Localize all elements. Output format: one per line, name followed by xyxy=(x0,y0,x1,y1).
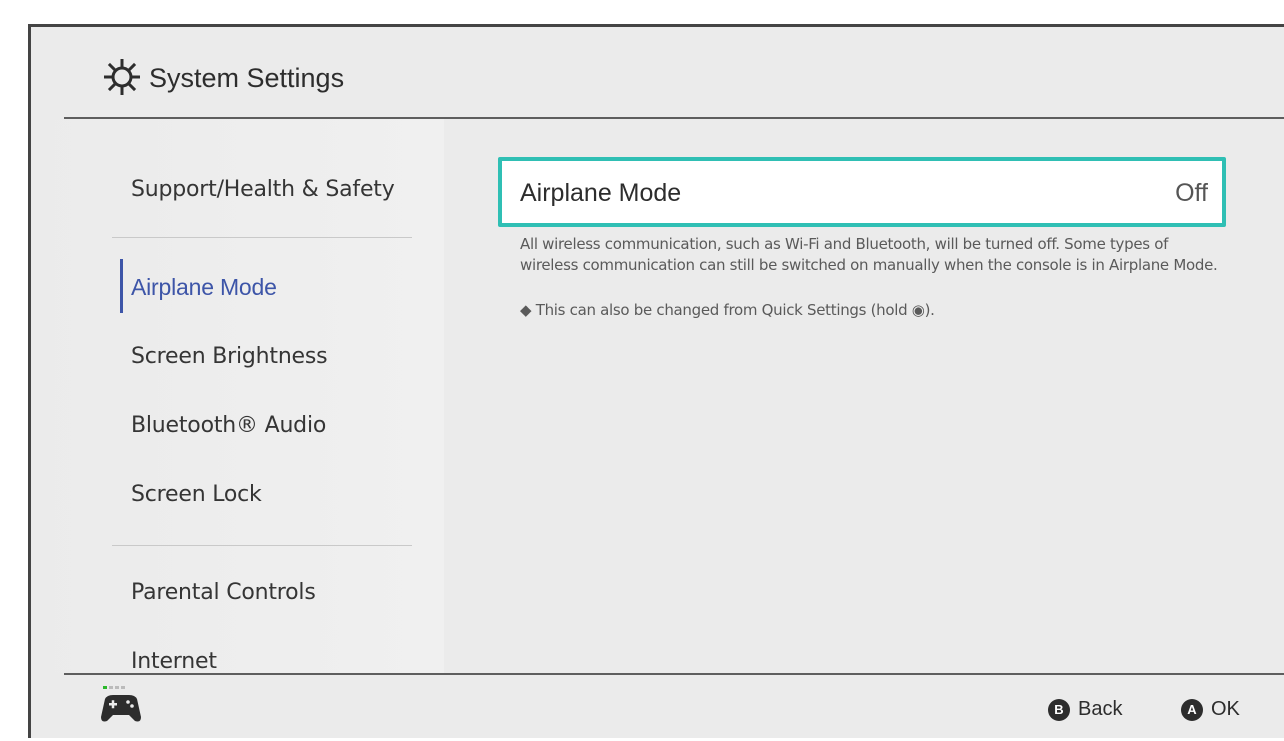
sidebar-selection-indicator xyxy=(120,259,123,313)
sidebar-item-support[interactable]: Support/Health & Safety xyxy=(131,177,395,202)
sidebar-item-screen-lock[interactable]: Screen Lock xyxy=(131,482,262,507)
ok-button[interactable]: A OK xyxy=(1181,698,1240,721)
settings-screen: System Settings Support/Health & Safety … xyxy=(28,24,1284,738)
a-button-icon: A xyxy=(1181,698,1203,721)
page-title: System Settings xyxy=(149,63,345,93)
back-button-label: Back xyxy=(1078,698,1123,720)
sidebar-item-internet[interactable]: Internet xyxy=(131,649,217,671)
sidebar-divider xyxy=(112,237,412,238)
back-button[interactable]: B Back xyxy=(1048,698,1122,721)
setting-description: All wireless communication, such as Wi-F… xyxy=(520,235,1218,274)
sidebar-item-parental-controls[interactable]: Parental Controls xyxy=(131,580,316,605)
page-fragment xyxy=(0,0,1284,24)
sidebar-item-bluetooth-audio[interactable]: Bluetooth® Audio xyxy=(131,413,326,438)
setting-value: Off xyxy=(1175,179,1208,207)
sidebar-divider xyxy=(112,545,412,546)
airplane-mode-setting[interactable]: Airplane Mode Off xyxy=(498,157,1226,227)
sidebar-item-airplane-mode[interactable]: Airplane Mode xyxy=(131,274,277,301)
controller-icon xyxy=(101,686,141,722)
sidebar: Support/Health & Safety Airplane Mode Sc… xyxy=(31,119,444,673)
main-content: Airplane Mode Off All wireless communica… xyxy=(444,119,1284,673)
sidebar-item-screen-brightness[interactable]: Screen Brightness xyxy=(131,344,328,369)
header: System Settings xyxy=(31,27,1284,117)
ok-button-label: OK xyxy=(1211,698,1240,720)
setting-note: ◆ This can also be changed from Quick Se… xyxy=(520,301,935,319)
gear-icon xyxy=(104,59,140,95)
b-button-icon: B xyxy=(1048,698,1070,721)
footer: B Back A OK xyxy=(31,673,1284,741)
setting-label: Airplane Mode xyxy=(520,179,682,207)
